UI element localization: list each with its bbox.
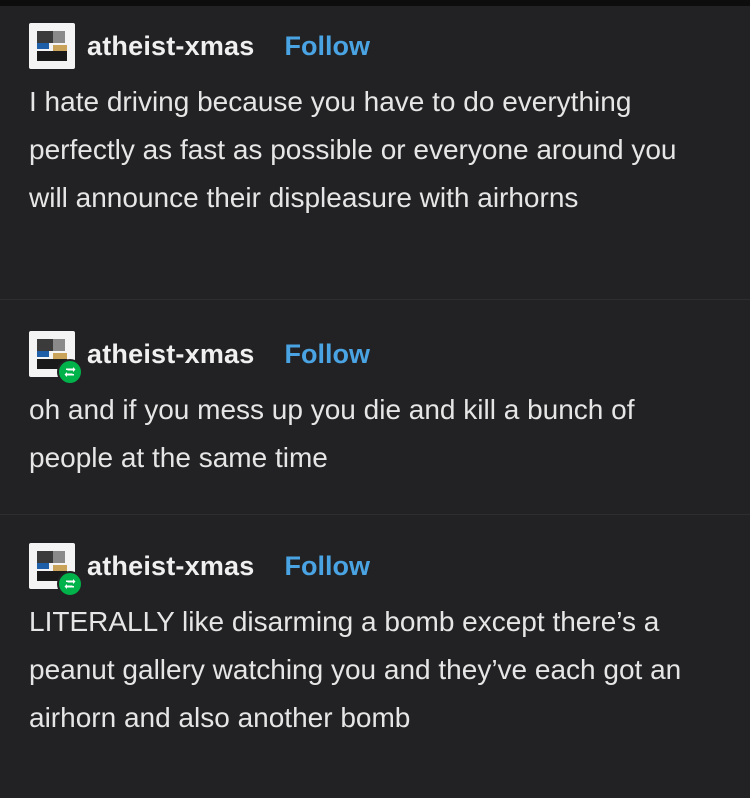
blog-avatar-icon[interactable]: [29, 331, 83, 385]
post-divider: [0, 514, 750, 515]
follow-button[interactable]: Follow: [284, 339, 369, 370]
post-text: LITERALLY like disarming a bomb except t…: [29, 606, 682, 733]
post-divider: [0, 299, 750, 300]
post-text: oh and if you mess up you die and kill a…: [29, 394, 635, 473]
post-reblog: atheist-xmas Follow oh and if you mess u…: [0, 330, 750, 482]
post-header: atheist-xmas Follow: [29, 22, 730, 70]
post-original: atheist-xmas Follow I hate driving becau…: [0, 22, 750, 222]
username-link[interactable]: atheist-xmas: [87, 339, 254, 370]
reblog-icon: [57, 571, 83, 597]
reblog-icon: [57, 359, 83, 385]
post-header: atheist-xmas Follow: [29, 330, 730, 385]
post-reblog: atheist-xmas Follow LITERALLY like disar…: [0, 542, 750, 742]
follow-button[interactable]: Follow: [284, 551, 369, 582]
blog-avatar-icon[interactable]: [29, 543, 83, 597]
blog-avatar-icon[interactable]: [29, 23, 75, 69]
post-header: atheist-xmas Follow: [29, 542, 730, 597]
username-link[interactable]: atheist-xmas: [87, 31, 254, 62]
username-link[interactable]: atheist-xmas: [87, 551, 254, 582]
follow-button[interactable]: Follow: [284, 31, 369, 62]
top-edge-bar: [0, 0, 750, 6]
post-text: I hate driving because you have to do ev…: [29, 86, 677, 213]
